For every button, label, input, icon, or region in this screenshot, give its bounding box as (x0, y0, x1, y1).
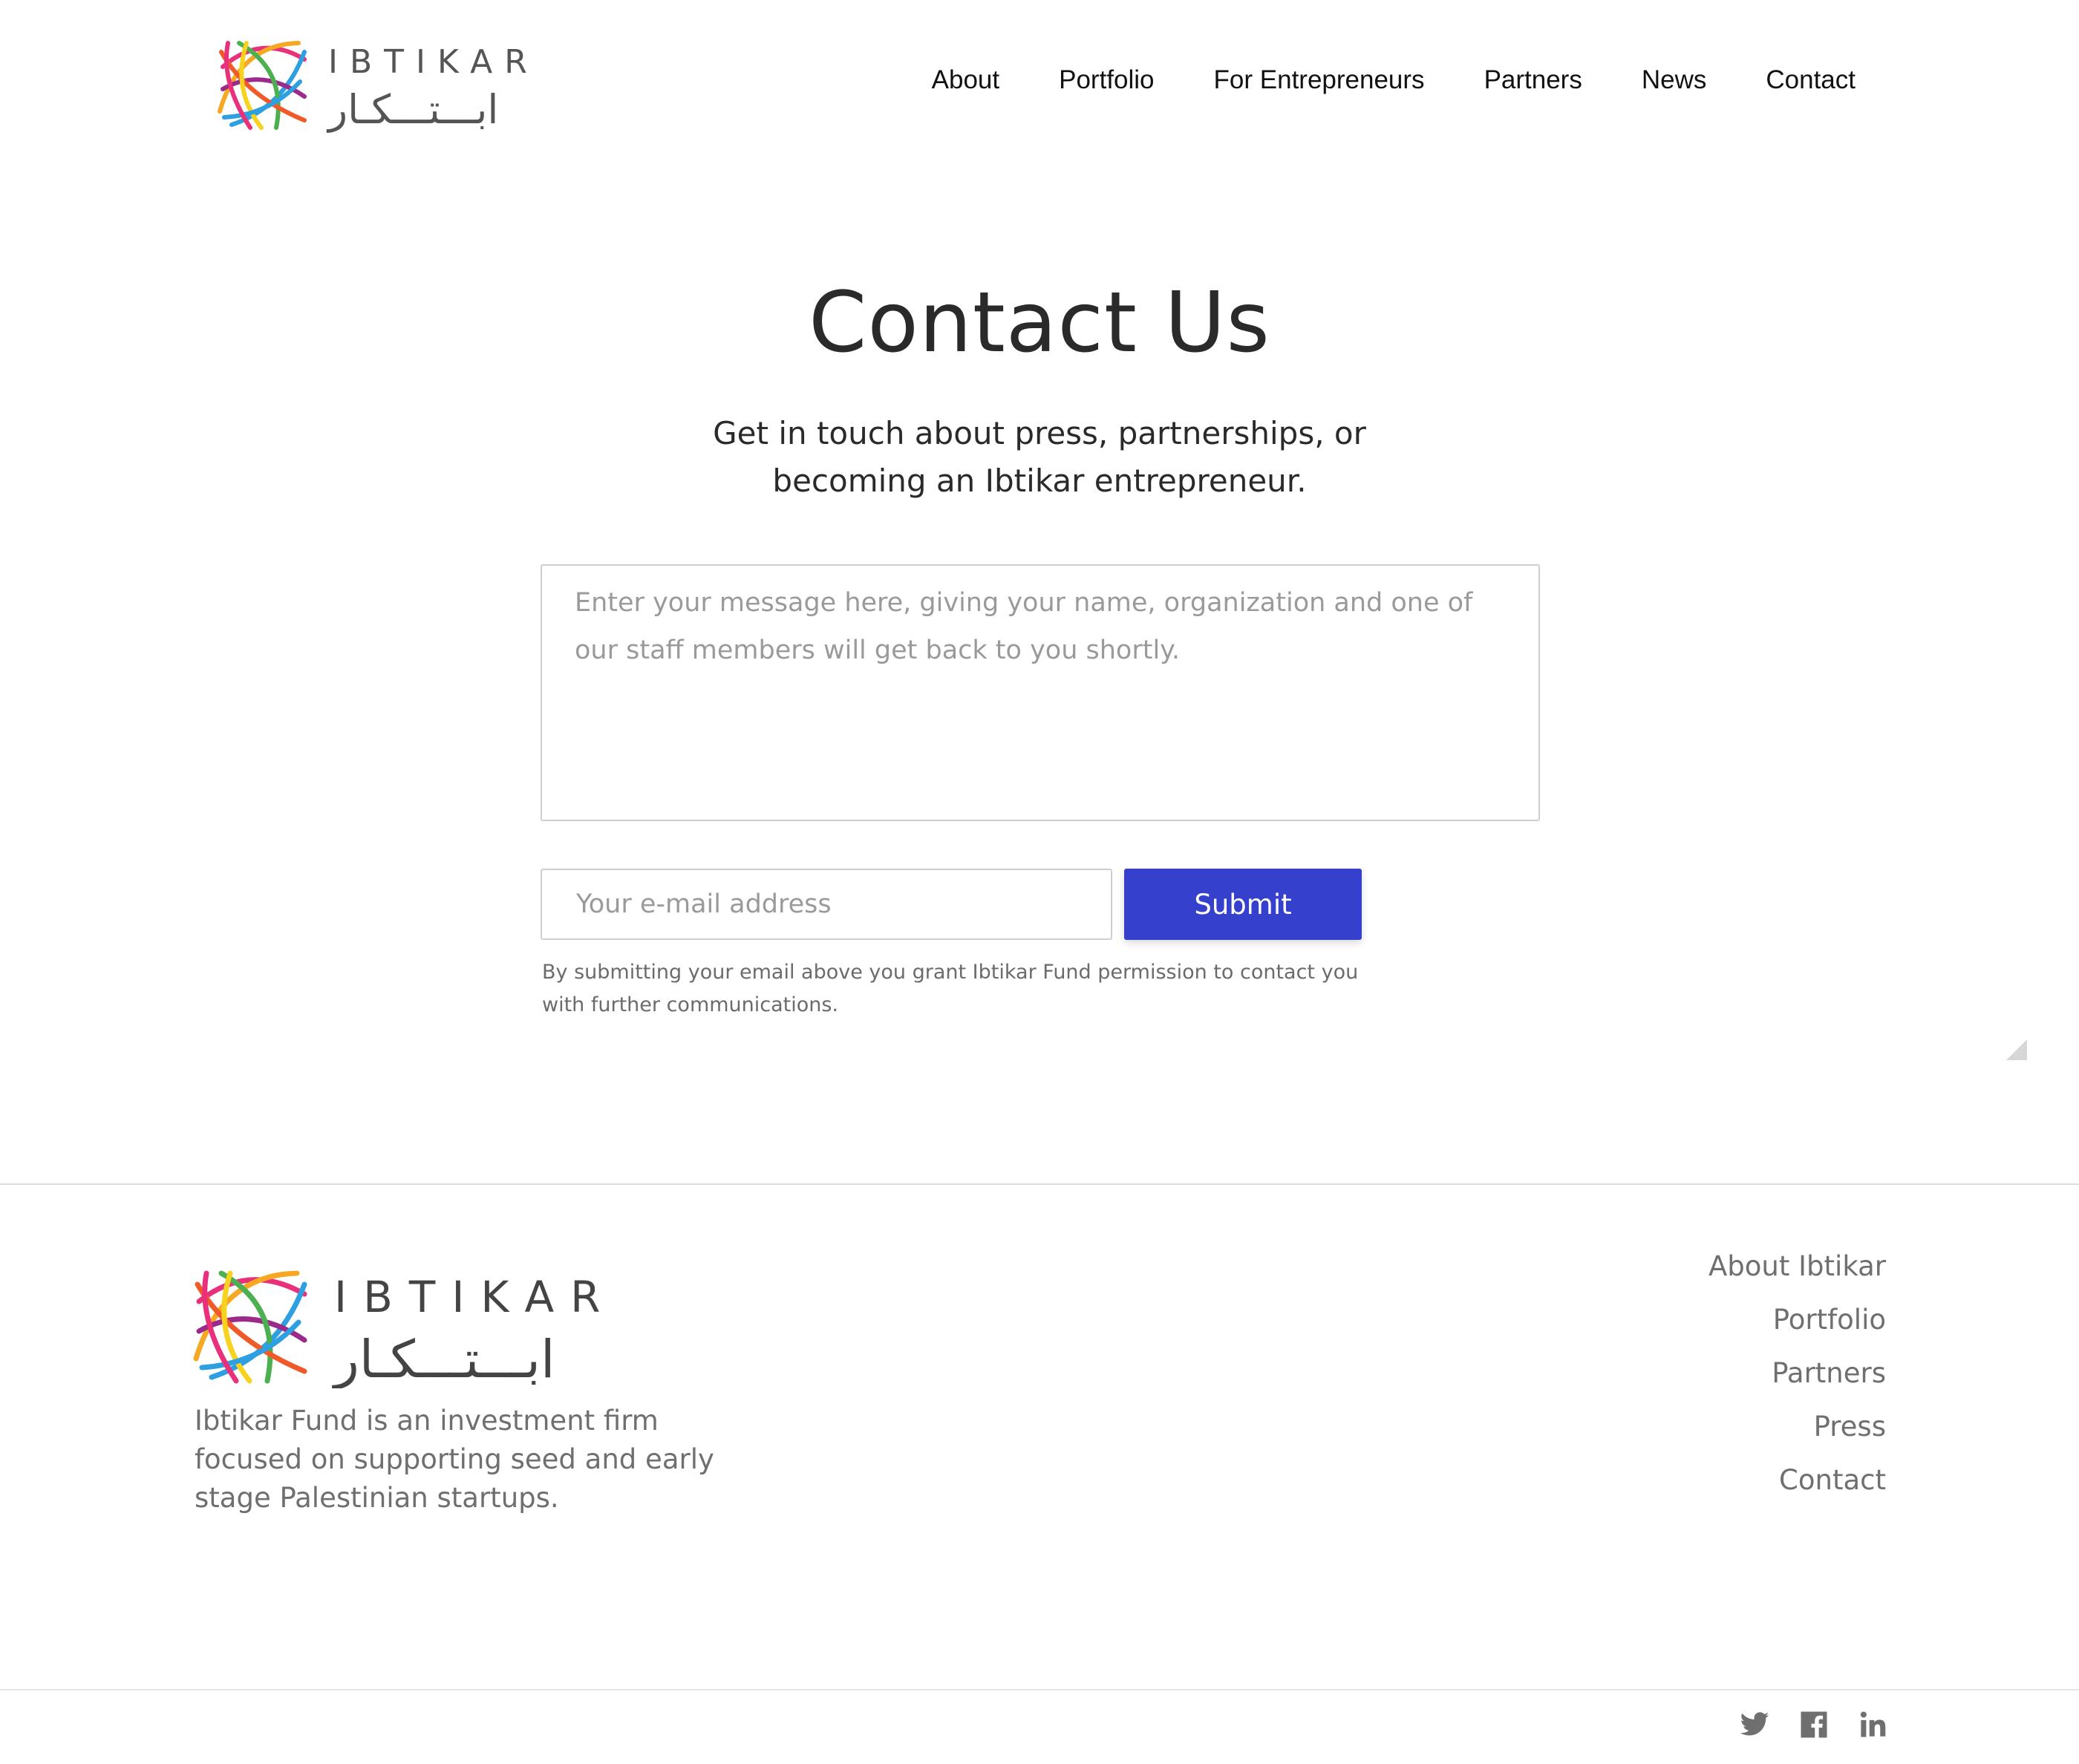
footer-bottom-divider (0, 1689, 2079, 1690)
page-subtitle-line-1: Get in touch about press, partnerships, … (713, 415, 1366, 451)
logo-mark (218, 41, 307, 130)
footer-divider (0, 1183, 2079, 1185)
nav-partners[interactable]: Partners (1484, 65, 1582, 95)
ibtikar-logo[interactable]: IBTIKAR ابـــتـــكـار (217, 37, 536, 134)
footer-link-portfolio[interactable]: Portfolio (1708, 1293, 1886, 1347)
site-header: IBTIKAR ابـــتـــكـار About Portfolio Fo… (0, 0, 2079, 167)
nav-contact[interactable]: Contact (1766, 65, 1856, 95)
page-subtitle-line-2: becoming an Ibtikar entrepreneur. (772, 463, 1307, 499)
linkedin-icon[interactable] (1858, 1709, 1889, 1740)
footer-link-partners[interactable]: Partners (1708, 1347, 1886, 1400)
submit-button[interactable]: Submit (1124, 869, 1362, 940)
footer-nav: About Ibtikar Portfolio Partners Press C… (1708, 1240, 1886, 1507)
nav-news[interactable]: News (1642, 65, 1707, 95)
logo-arabic-text: ابـــتـــكـار (326, 86, 498, 133)
footer-link-about[interactable]: About Ibtikar (1708, 1240, 1886, 1293)
page-title: Contact Us (809, 275, 1270, 371)
nav-about[interactable]: About (932, 65, 999, 95)
message-textarea[interactable] (541, 564, 1540, 821)
page-subtitle: Get in touch about press, partnerships, … (0, 410, 2079, 505)
footer-description: Ibtikar Fund is an investment firm focus… (195, 1405, 714, 1514)
footer-logo-arabic-text: ابـــتـــكـار (332, 1329, 555, 1388)
social-links (1739, 1709, 1889, 1740)
footer-link-contact[interactable]: Contact (1708, 1454, 1886, 1507)
main-nav: About Portfolio For Entrepreneurs Partne… (932, 65, 1856, 95)
logo-latin-text: IBTIKAR (328, 43, 536, 81)
textarea-resize-handle[interactable] (2006, 1039, 2027, 1060)
consent-note: By submitting your email above you grant… (542, 961, 1359, 1016)
footer-logo-mark (193, 1270, 307, 1384)
footer-logo-latin-text: IBTIKAR (334, 1272, 609, 1322)
email-input[interactable] (541, 869, 1112, 940)
footer-link-press[interactable]: Press (1708, 1400, 1886, 1454)
footer-ibtikar-logo[interactable]: IBTIKAR ابـــتـــكـار (193, 1266, 609, 1388)
twitter-icon[interactable] (1739, 1709, 1770, 1740)
nav-portfolio[interactable]: Portfolio (1059, 65, 1154, 95)
nav-for-entrepreneurs[interactable]: For Entrepreneurs (1214, 65, 1425, 95)
facebook-icon[interactable] (1798, 1709, 1830, 1740)
